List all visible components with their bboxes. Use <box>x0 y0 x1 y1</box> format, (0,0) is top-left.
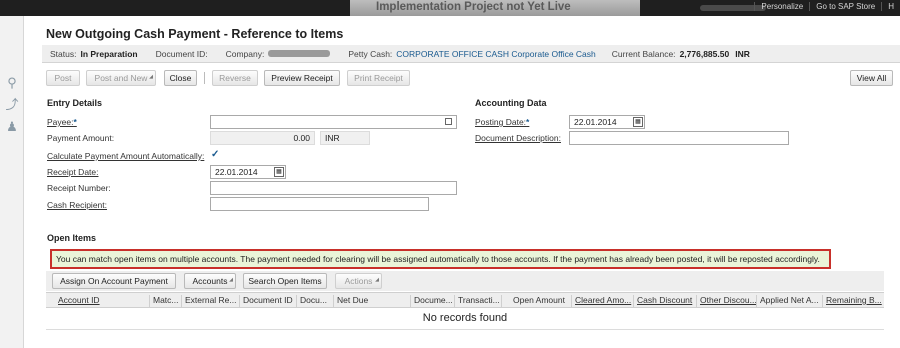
payment-currency-field: INR <box>320 131 370 145</box>
column-net-due[interactable]: Net Due <box>337 295 411 305</box>
column-remaining-balance[interactable]: Remaining B... <box>826 295 884 305</box>
entry-details-title: Entry Details <box>47 98 103 108</box>
payment-amount-label: Payment Amount: <box>47 133 115 143</box>
toolbar-divider <box>204 72 205 84</box>
column-document-id[interactable]: Document ID <box>243 295 299 305</box>
column-divider <box>633 295 634 307</box>
column-divider <box>239 295 240 307</box>
balance-label: Current Balance: <box>611 48 676 59</box>
banner-text: Implementation Project not Yet Live <box>376 1 571 13</box>
column-cleared-amount[interactable]: Cleared Amo... <box>575 295 633 305</box>
status-bar: Status: In Preparation Document ID: Comp… <box>42 45 900 63</box>
table-body: No records found <box>46 308 884 330</box>
preview-receipt-button[interactable]: Preview Receipt <box>264 70 340 86</box>
column-divider <box>296 295 297 307</box>
balance-currency: INR <box>735 48 750 59</box>
posting-date-label-text: Posting Date: <box>475 117 527 127</box>
calendar-icon[interactable]: ▦ <box>633 117 643 127</box>
print-receipt-button[interactable]: Print Receipt <box>347 70 410 86</box>
column-divider <box>822 295 823 307</box>
required-icon: * <box>526 117 530 127</box>
column-divider <box>501 295 502 307</box>
cash-recipient-input[interactable] <box>210 197 429 211</box>
receipt-date-label: Receipt Date: <box>47 167 99 177</box>
view-all-button[interactable]: View All <box>850 70 893 86</box>
sap-store-link[interactable]: Go to SAP Store <box>809 2 881 11</box>
left-rail: ⚲ ⤴ ♟ <box>0 16 24 348</box>
accounting-data-title: Accounting Data <box>475 98 547 108</box>
balance-value: 2,776,885.50 <box>679 48 730 59</box>
value-help-icon[interactable] <box>445 118 452 125</box>
required-icon: * <box>73 117 77 127</box>
masked-company-value <box>268 50 331 57</box>
page-title: New Outgoing Cash Payment - Reference to… <box>46 27 344 41</box>
accounts-label: Accounts <box>192 276 228 286</box>
column-transaction[interactable]: Transacti... <box>458 295 502 305</box>
column-divider <box>149 295 150 307</box>
open-items-title: Open Items <box>47 233 97 243</box>
post-button[interactable]: Post <box>46 70 80 86</box>
column-divider <box>333 295 334 307</box>
payee-input[interactable] <box>210 115 457 129</box>
info-message: You can match open items on multiple acc… <box>50 249 831 269</box>
column-open-amount[interactable]: Open Amount <box>513 295 569 305</box>
people-icon[interactable]: ♟ <box>5 120 19 134</box>
column-account-id[interactable]: Account ID <box>58 295 148 305</box>
calc-auto-checkbox[interactable]: ✓ <box>211 149 219 160</box>
receipt-number-input[interactable] <box>210 181 457 195</box>
column-applied-net-amount[interactable]: Applied Net A... <box>760 295 824 305</box>
personalize-link[interactable]: Personalize <box>754 2 809 11</box>
company-label: Company: <box>225 48 265 59</box>
close-button[interactable]: Close <box>164 70 197 86</box>
actions-button[interactable]: Actions ◢ <box>335 273 382 289</box>
column-divider <box>696 295 697 307</box>
column-match[interactable]: Matc... <box>153 295 183 305</box>
petty-cash-link[interactable]: CORPORATE OFFICE CASH Corporate Office C… <box>396 49 595 59</box>
search-open-items-button[interactable]: Search Open Items <box>243 273 327 289</box>
document-description-input[interactable] <box>569 131 789 145</box>
table-header: Account ID Matc... External Re... Docume… <box>46 292 884 308</box>
posting-date-label: Posting Date:* <box>475 117 529 127</box>
petty-cash-label: Petty Cash: <box>348 48 393 59</box>
no-records-text: No records found <box>422 312 508 324</box>
assign-on-account-button[interactable]: Assign On Account Payment <box>52 273 176 289</box>
payee-label-text: Payee: <box>47 117 74 127</box>
dropdown-arrow-icon: ◢ <box>375 277 379 283</box>
help-link[interactable]: H <box>881 2 900 11</box>
receipt-number-label: Receipt Number: <box>47 183 111 193</box>
search-icon[interactable]: ⚲ <box>5 76 19 90</box>
navigate-icon[interactable]: ⤴ <box>5 98 19 112</box>
column-document-type[interactable]: Docume... <box>414 295 456 305</box>
column-divider <box>181 295 182 307</box>
system-banner: Implementation Project not Yet Live <box>350 0 640 16</box>
document-id-label: Document ID: <box>155 48 208 59</box>
column-document[interactable]: Docu... <box>300 295 334 305</box>
actions-label: Actions <box>344 276 373 286</box>
open-items-toolbar: Assign On Account Payment Accounts ◢ Sear… <box>46 271 884 291</box>
dropdown-arrow-icon: ◢ <box>149 74 153 80</box>
status-value: In Preparation <box>80 48 138 59</box>
post-and-new-button[interactable]: Post and New ◢ <box>86 70 156 86</box>
document-description-label: Document Description: <box>475 133 561 143</box>
accounts-button[interactable]: Accounts ◢ <box>184 273 236 289</box>
payee-label: Payee:* <box>47 117 77 127</box>
dropdown-arrow-icon: ◢ <box>229 277 233 283</box>
column-divider <box>454 295 455 307</box>
column-divider <box>756 295 757 307</box>
top-bar: Implementation Project not Yet Live Pers… <box>0 0 900 16</box>
column-divider <box>571 295 572 307</box>
status-label: Status: <box>50 48 77 59</box>
cash-recipient-label: Cash Recipient: <box>47 200 108 210</box>
calendar-icon[interactable]: ▦ <box>274 167 284 177</box>
reverse-button[interactable]: Reverse <box>212 70 258 86</box>
column-cash-discount[interactable]: Cash Discount <box>637 295 697 305</box>
column-other-discount[interactable]: Other Discou... <box>700 295 758 305</box>
column-divider <box>410 295 411 307</box>
column-external-ref[interactable]: External Re... <box>185 295 241 305</box>
calc-auto-label: Calculate Payment Amount Automatically: <box>47 151 205 161</box>
payment-amount-field: 0.00 <box>210 131 315 145</box>
top-links: Personalize Go to SAP Store H <box>754 2 900 11</box>
post-and-new-label: Post and New <box>94 73 148 83</box>
main-toolbar: Post Post and New ◢ Close Reverse Preview… <box>42 68 898 90</box>
